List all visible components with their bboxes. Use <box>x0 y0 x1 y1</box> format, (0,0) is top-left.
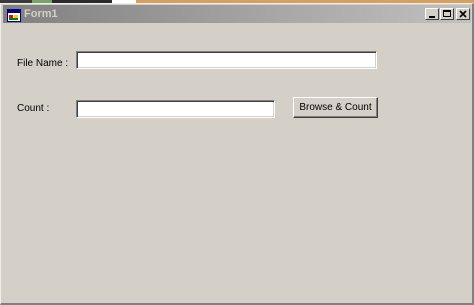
minimize-icon <box>429 16 435 18</box>
form-app-icon[interactable] <box>7 7 21 22</box>
title-bar[interactable]: Form1 <box>3 5 471 23</box>
close-icon <box>459 10 467 18</box>
browse-and-count-button[interactable]: Browse & Count <box>293 97 378 118</box>
form-window: Form1 File Name : Count : Browse & Count <box>0 3 474 305</box>
file-name-input[interactable] <box>76 51 377 69</box>
count-input[interactable] <box>76 100 275 118</box>
close-button[interactable] <box>456 8 470 20</box>
maximize-button[interactable] <box>440 8 454 20</box>
minimize-button[interactable] <box>425 8 439 20</box>
file-name-label: File Name : <box>17 58 69 69</box>
maximize-icon <box>443 10 451 17</box>
count-label: Count : <box>17 103 50 114</box>
window-title: Form1 <box>24 8 58 20</box>
